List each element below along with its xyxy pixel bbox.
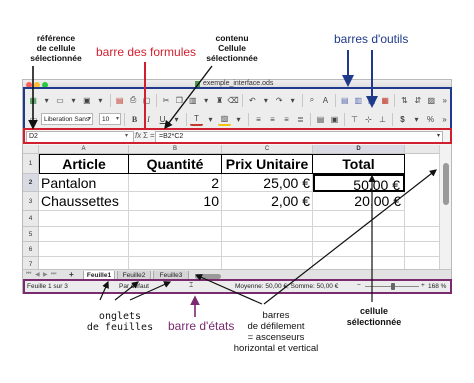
spreadsheet-grid: A B C D 1 2 3 4 5 6 7 Article Quantité P… <box>23 145 439 269</box>
column-header-a[interactable]: A <box>39 145 129 154</box>
table-cell[interactable]: 10 <box>129 192 222 211</box>
table-header-cell[interactable]: Article <box>39 154 129 174</box>
row-header[interactable]: 3 <box>23 192 39 211</box>
annotation-contenu-cellule: contenu Cellule sélectionnée <box>206 33 258 63</box>
formula-bar-highlight-frame <box>23 128 452 144</box>
row-header[interactable]: 6 <box>23 242 39 257</box>
table-cell[interactable]: Chaussettes <box>39 192 129 211</box>
empty-grid-area[interactable] <box>39 211 439 269</box>
table-cell[interactable]: 20,00 € <box>313 192 405 211</box>
previous-sheet-icon[interactable]: ◀ <box>35 271 40 278</box>
column-header-d[interactable]: D <box>313 145 405 154</box>
annotation-barres-defilement: barres de défilement = ascenseurs horizo… <box>233 310 319 354</box>
select-all-corner[interactable] <box>23 145 39 154</box>
column-header-e[interactable] <box>405 145 439 154</box>
last-sheet-icon[interactable]: ⏭ <box>51 271 56 278</box>
column-header-b[interactable]: B <box>129 145 222 154</box>
next-sheet-icon[interactable]: ▶ <box>43 271 48 278</box>
annotation-barres-outils: barres d'outils <box>334 32 409 46</box>
table-cell[interactable]: 2 <box>129 174 222 192</box>
annotation-reference-cellule: référence de cellule sélectionnée <box>30 33 82 63</box>
selected-cell[interactable]: 50,00 € <box>313 174 405 192</box>
row-header[interactable]: 7 <box>23 257 39 269</box>
vertical-scroll-thumb[interactable] <box>443 163 449 205</box>
add-sheet-button[interactable]: + <box>69 270 74 279</box>
toolbars-highlight-frame <box>23 87 452 130</box>
vertical-scrollbar[interactable] <box>439 145 451 269</box>
window-title: exemple_interface.ods <box>203 80 274 87</box>
table-header-cell[interactable]: Quantité <box>129 154 222 174</box>
first-sheet-icon[interactable]: ⏮ <box>26 271 31 278</box>
annotation-barre-formules: barre des formules <box>96 45 197 59</box>
status-bar-highlight-frame <box>23 279 452 294</box>
table-header-cell[interactable]: Total <box>313 154 405 174</box>
table-cell[interactable]: 2,00 € <box>222 192 313 211</box>
table-cell[interactable]: 25,00 € <box>222 174 313 192</box>
table-header-cell[interactable]: Prix Unitaire <box>222 154 313 174</box>
table-cell[interactable]: Pantalon <box>39 174 129 192</box>
row-header[interactable]: 4 <box>23 211 39 227</box>
row-header[interactable]: 2 <box>23 174 39 192</box>
row-header[interactable]: 5 <box>23 227 39 242</box>
row-header[interactable]: 1 <box>23 154 39 174</box>
column-header-c[interactable]: C <box>222 145 313 154</box>
annotation-onglets: onglets de feuilles <box>86 311 154 333</box>
annotation-cellule-selectionnee: cellule sélectionnée <box>346 306 402 327</box>
